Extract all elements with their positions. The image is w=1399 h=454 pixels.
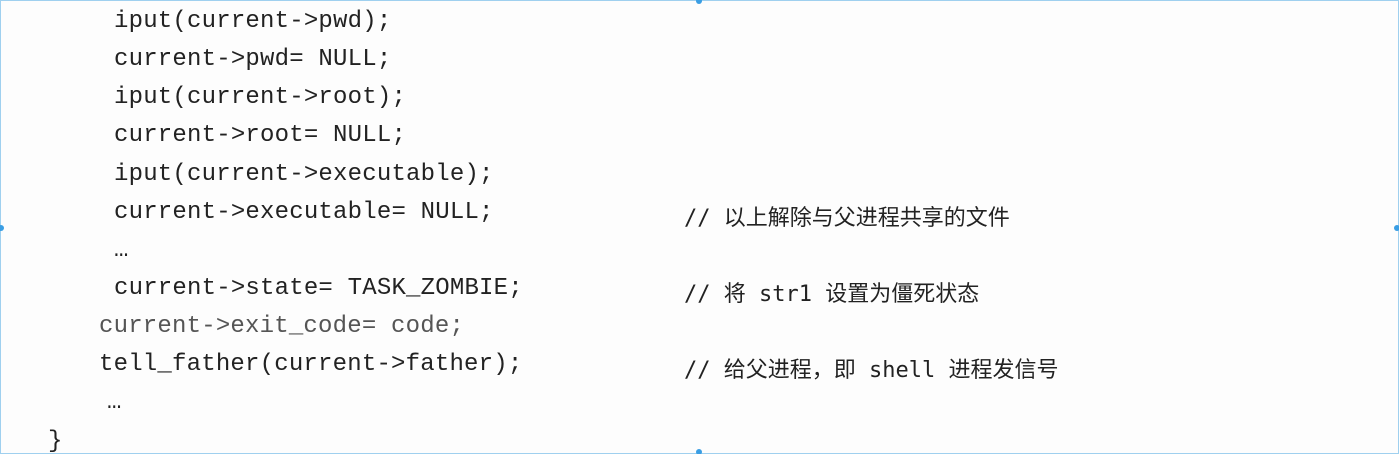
code-line-ellipsis-2: … — [107, 389, 122, 416]
selection-handle-right[interactable] — [1394, 225, 1399, 231]
code-line-iput-root: iput(current->root); — [114, 84, 407, 111]
comment-release-shared-files: // 以上解除与父进程共享的文件 — [684, 206, 1010, 231]
code-line-ellipsis: … — [114, 237, 129, 264]
code-line-pwd-null: current->pwd= NULL; — [114, 46, 392, 73]
comment-set-zombie-state: // 将 str1 设置为僵死状态 — [684, 282, 980, 307]
selection-handle-left[interactable] — [0, 225, 4, 231]
code-line-tell-father: tell_father(current->father); — [99, 351, 523, 378]
code-line-executable-null: current->executable= NULL; — [114, 199, 494, 226]
code-line-iput-executable: iput(current->executable); — [114, 161, 494, 188]
code-line-state-zombie: current->state= TASK_ZOMBIE; — [114, 275, 523, 302]
code-listing: iput(current->pwd); current->pwd= NULL; … — [0, 0, 1399, 454]
comment-signal-parent: // 给父进程，即 shell 进程发信号 — [684, 358, 1059, 383]
closing-brace: } — [48, 428, 63, 454]
code-line-exit-code: current->exit_code= code; — [99, 313, 465, 340]
selection-handle-top[interactable] — [696, 0, 702, 4]
code-line-iput-pwd: iput(current->pwd); — [114, 8, 392, 35]
code-line-root-null: current->root= NULL; — [114, 122, 407, 149]
selection-handle-bottom[interactable] — [696, 449, 702, 454]
